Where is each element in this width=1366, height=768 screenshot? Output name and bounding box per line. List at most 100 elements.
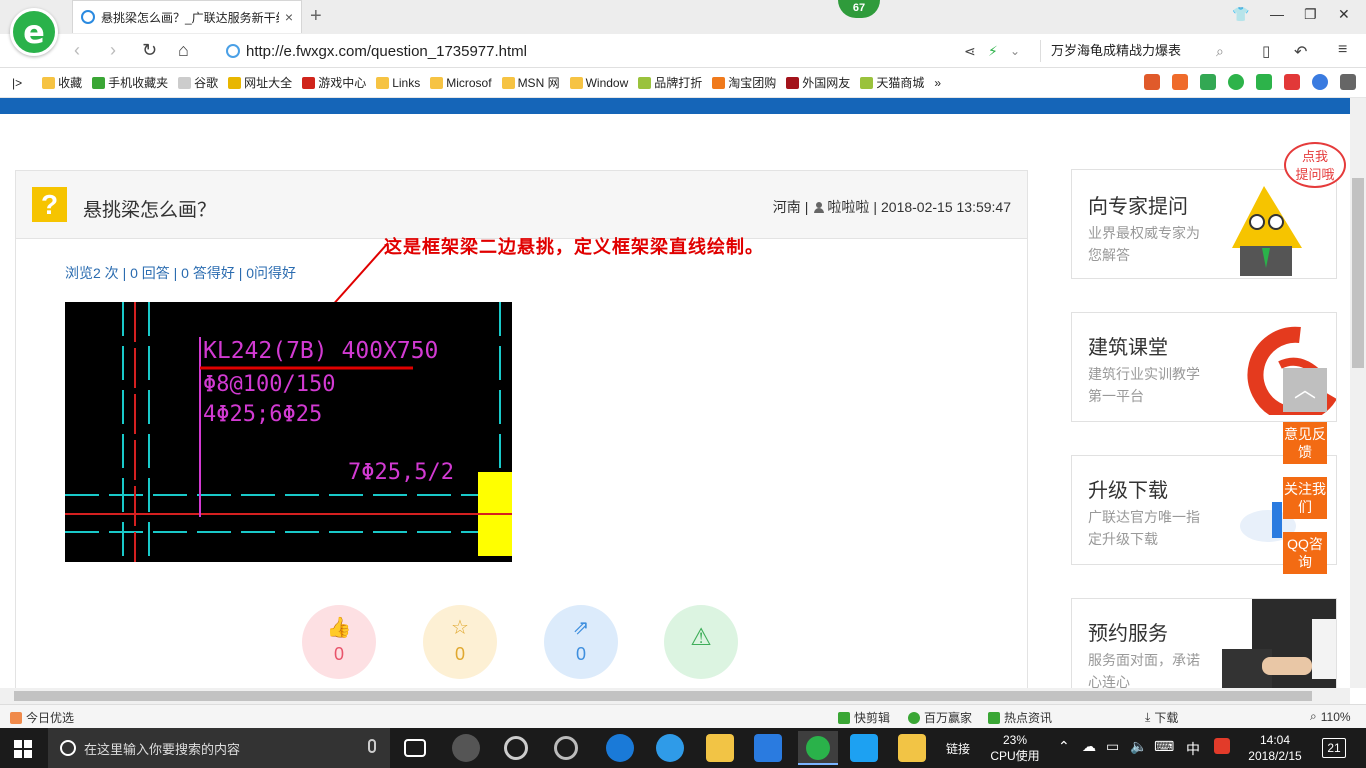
undo-icon[interactable]: ↶ bbox=[1294, 42, 1307, 62]
search-input[interactable]: 万岁海龟成精战力爆表 bbox=[1040, 40, 1240, 62]
links-toolbar[interactable]: 链接 bbox=[946, 740, 970, 757]
appointment-card[interactable]: 预约服务 服务面对面，承诺心连心 bbox=[1071, 598, 1337, 688]
download-link[interactable]: ⤓ 下载 bbox=[1145, 709, 1178, 726]
extension-4-icon[interactable] bbox=[1228, 74, 1244, 90]
back-button[interactable]: ‹ bbox=[74, 40, 80, 61]
dropdown-icon[interactable]: ⌄ bbox=[1010, 44, 1020, 58]
glodon-app-icon[interactable] bbox=[754, 734, 782, 762]
million-winner-link[interactable]: 百万赢家 bbox=[908, 709, 972, 726]
restore-button[interactable]: ❐ bbox=[1304, 6, 1317, 23]
qq-consult-button[interactable]: QQ咨询 bbox=[1283, 532, 1327, 574]
bookmark-item[interactable]: » bbox=[934, 74, 941, 91]
question-region: 河南 bbox=[772, 199, 801, 215]
browser-logo-icon[interactable]: e bbox=[10, 8, 58, 56]
bookmark-item[interactable]: 游戏中心 bbox=[302, 74, 366, 91]
back-to-top-button[interactable]: ︿ bbox=[1283, 368, 1327, 412]
start-button[interactable] bbox=[14, 740, 32, 758]
network-icon[interactable]: ▭ bbox=[1106, 738, 1119, 755]
new-tab-button[interactable]: + bbox=[310, 5, 322, 28]
extension-6-icon[interactable] bbox=[1284, 74, 1300, 90]
app-1-icon[interactable] bbox=[452, 734, 480, 762]
url-text: http://e.fwxgx.com/question_1735977.html bbox=[246, 42, 528, 60]
speed-icon[interactable]: ⚡ bbox=[988, 43, 998, 60]
bookmark-item[interactable]: Microsof bbox=[430, 74, 492, 91]
minimize-button[interactable]: — bbox=[1270, 6, 1284, 22]
tab-close-icon[interactable]: × bbox=[285, 9, 293, 25]
favorite-button[interactable]: ☆ 0 bbox=[423, 605, 497, 679]
extension-8-icon[interactable] bbox=[1340, 74, 1356, 90]
zoom-level[interactable]: ⌕ 110% bbox=[1310, 709, 1351, 724]
bookmark-item[interactable]: 外国网友 bbox=[786, 74, 850, 91]
app-blue-icon[interactable] bbox=[850, 734, 878, 762]
ask-bubble[interactable]: 点我 提问哦 bbox=[1284, 142, 1346, 188]
tray-up-arrow-icon[interactable]: ⌃ bbox=[1058, 738, 1070, 755]
vertical-scroll-thumb[interactable] bbox=[1352, 178, 1364, 368]
sogou-ime-icon[interactable] bbox=[1214, 738, 1230, 754]
extension-5-icon[interactable] bbox=[1256, 74, 1272, 90]
course-title: 建筑课堂 bbox=[1088, 337, 1168, 359]
share-icon[interactable]: ⋖ bbox=[964, 43, 976, 60]
horizontal-scroll-thumb[interactable] bbox=[14, 691, 1312, 701]
bookmark-item[interactable]: 品牌打折 bbox=[638, 74, 702, 91]
extension-1-icon[interactable] bbox=[1144, 74, 1160, 90]
search-icon[interactable]: ⌕ bbox=[1216, 43, 1224, 60]
bookmark-item[interactable]: 收藏 bbox=[42, 74, 82, 91]
bookmark-icon bbox=[92, 76, 106, 89]
hot-news-link[interactable]: 热点资讯 bbox=[988, 709, 1052, 726]
bookmark-item[interactable]: 淘宝团购 bbox=[712, 74, 776, 91]
keyboard-icon[interactable]: ⌨ bbox=[1154, 738, 1174, 755]
taskbar-search-box[interactable]: 在这里输入你要搜索的内容 bbox=[48, 728, 390, 768]
phone-icon[interactable]: ▯ bbox=[1262, 42, 1270, 60]
bookmark-item[interactable]: 谷歌 bbox=[178, 74, 218, 91]
bookmark-item[interactable]: 天猫商城 bbox=[860, 74, 924, 91]
input-method-indicator[interactable]: 中 bbox=[1186, 739, 1200, 759]
microphone-icon[interactable] bbox=[368, 739, 376, 753]
extension-2-icon[interactable] bbox=[1172, 74, 1188, 90]
tray-app-icon[interactable]: ☁ bbox=[1082, 738, 1096, 755]
edge-icon[interactable] bbox=[606, 734, 634, 762]
share-icon: ⇗ bbox=[572, 617, 590, 639]
file-explorer-icon[interactable] bbox=[706, 734, 734, 762]
close-window-button[interactable]: ✕ bbox=[1338, 6, 1350, 23]
forward-button[interactable]: › bbox=[110, 40, 116, 61]
url-field[interactable]: http://e.fwxgx.com/question_1735977.html bbox=[226, 40, 946, 62]
notes-app-icon[interactable] bbox=[898, 734, 926, 762]
horizontal-scrollbar[interactable] bbox=[0, 688, 1350, 704]
ask-expert-card[interactable]: 向专家提问 业界最权威专家为您解答 bbox=[1071, 169, 1337, 279]
vertical-scrollbar[interactable] bbox=[1350, 98, 1366, 688]
feedback-button[interactable]: 意见反馈 bbox=[1283, 422, 1327, 464]
bookmark-item[interactable]: 网址大全 bbox=[228, 74, 292, 91]
like-button[interactable]: 👍 0 bbox=[302, 605, 376, 679]
clock[interactable]: 14:04 2018/2/15 bbox=[1244, 732, 1306, 764]
menu-icon[interactable]: ≡ bbox=[1338, 41, 1347, 59]
extension-3-icon[interactable] bbox=[1200, 74, 1216, 90]
notification-badge[interactable]: 67 bbox=[838, 0, 880, 18]
star-icon: ☆ bbox=[451, 617, 469, 639]
report-button[interactable]: ⚠ bbox=[664, 605, 738, 679]
browser-tab[interactable]: 悬挑梁怎么画？_广联达服务新干线 × bbox=[72, 0, 302, 33]
extension-7-icon[interactable] bbox=[1312, 74, 1328, 90]
browser-taskbar-button[interactable] bbox=[798, 731, 838, 765]
spiral-app-icon[interactable] bbox=[554, 736, 578, 760]
question-author[interactable]: 啦啦啦 bbox=[827, 197, 869, 217]
sidebar-toggle-icon[interactable]: |> bbox=[12, 76, 22, 90]
bookmark-icon bbox=[228, 76, 242, 89]
task-view-icon[interactable] bbox=[404, 739, 426, 757]
refresh-button[interactable]: ↻ bbox=[142, 40, 157, 61]
internet-explorer-icon[interactable] bbox=[656, 734, 684, 762]
bookmark-item[interactable]: Links bbox=[376, 74, 420, 91]
volume-icon[interactable]: 🔈 bbox=[1130, 738, 1147, 755]
follow-us-button[interactable]: 关注我们 bbox=[1283, 477, 1327, 519]
cad-drawing-image[interactable]: KL242(7B) 400X750 Φ8@100/150 4Φ25;6Φ25 7… bbox=[65, 302, 512, 562]
status-bar: 今日优选 快剪辑 百万赢家 热点资讯 ⤓ 下载 ⌕ 110% bbox=[0, 704, 1366, 728]
share-button[interactable]: ⇗ 0 bbox=[544, 605, 618, 679]
today-picks-link[interactable]: 今日优选 bbox=[10, 709, 74, 726]
skin-icon[interactable]: 👕 bbox=[1232, 6, 1249, 23]
quick-clip-link[interactable]: 快剪辑 bbox=[838, 709, 890, 726]
edge-legacy-icon[interactable] bbox=[504, 736, 528, 760]
bookmark-item[interactable]: MSN 网 bbox=[501, 74, 560, 91]
home-button[interactable]: ⌂ bbox=[178, 40, 189, 61]
action-center-icon[interactable]: 21 bbox=[1322, 738, 1346, 758]
bookmark-item[interactable]: Window bbox=[569, 74, 628, 91]
bookmark-item[interactable]: 手机收藏夹 bbox=[92, 74, 168, 91]
